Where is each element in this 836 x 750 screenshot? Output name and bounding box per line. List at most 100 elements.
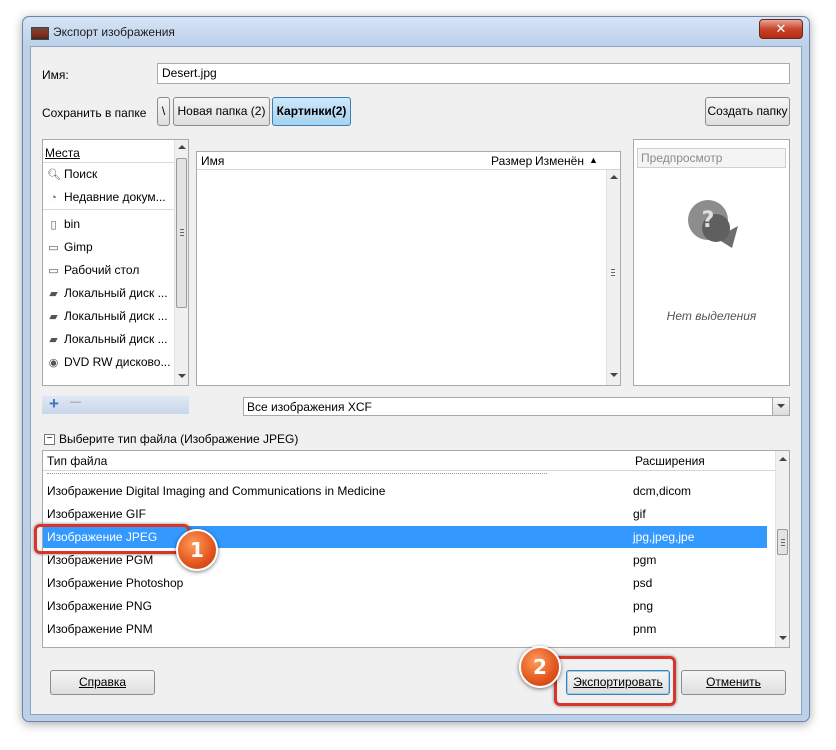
place-label: Локальный диск ... xyxy=(64,286,168,300)
filetype-row-gif[interactable]: Изображение GIF gif xyxy=(43,503,767,525)
scroll-down-icon[interactable] xyxy=(779,636,787,640)
place-recent[interactable]: ◔ Недавние докум... xyxy=(47,187,166,207)
save-in-folder-label: Сохранить в папке xyxy=(42,106,147,120)
place-label: Поиск xyxy=(64,167,98,181)
col-filetype-header[interactable]: Тип файла xyxy=(47,454,107,468)
path-new-folder-button[interactable]: Новая папка (2) xyxy=(173,97,270,126)
place-label: bin xyxy=(64,217,81,231)
files-header-divider xyxy=(197,169,620,170)
place-bin[interactable]: ▯ bin xyxy=(47,214,80,234)
place-label: DVD RW дисково... xyxy=(64,355,171,369)
step-badge-1: 1 xyxy=(176,529,218,571)
places-separator xyxy=(43,209,174,210)
svg-text:?: ? xyxy=(702,208,715,233)
scroll-thumb[interactable] xyxy=(777,529,788,555)
collapse-icon[interactable]: − xyxy=(44,434,55,445)
callout-jpeg-highlight xyxy=(34,524,190,554)
drive-icon: ▰ xyxy=(49,311,58,323)
col-name-header[interactable]: Имя xyxy=(201,154,224,168)
place-local-disk-3[interactable]: ▰ Локальный диск ... xyxy=(47,329,168,349)
col-extensions-header[interactable]: Расширения xyxy=(635,454,705,468)
add-place-icon[interactable]: + xyxy=(49,394,59,414)
place-desktop[interactable]: ▭ Рабочий стол xyxy=(47,260,139,280)
no-selection-text: Нет выделения xyxy=(666,309,757,323)
export-image-dialog: Экспорт изображения ✕ Имя: Desert.jpg Со… xyxy=(22,16,810,722)
files-scrollbar[interactable] xyxy=(606,170,620,385)
filetype-name: Изображение Photoshop xyxy=(47,576,184,590)
filetype-ext: png xyxy=(633,599,654,613)
filetype-row-pnm[interactable]: Изображение PNM pnm xyxy=(43,618,767,640)
file-filter-select[interactable]: Все изображения XCF xyxy=(243,397,790,416)
places-divider xyxy=(43,162,174,163)
partial-row xyxy=(43,471,775,479)
filetype-ext: pnm xyxy=(633,622,657,636)
question-mark-icon: ? xyxy=(688,200,738,248)
filetype-ext: gif xyxy=(633,507,646,521)
filetype-row-psd[interactable]: Изображение Photoshop psd xyxy=(43,572,767,594)
dvd-icon: ◉ xyxy=(48,357,59,369)
create-folder-button[interactable]: Создать папку xyxy=(705,97,790,126)
search-icon: 🔍︎ xyxy=(47,169,61,181)
scroll-up-icon[interactable] xyxy=(610,175,618,179)
filetype-name: Изображение PNG xyxy=(47,599,152,613)
filetype-name: Изображение GIF xyxy=(47,507,146,521)
filetype-row-dicom[interactable]: Изображение Digital Imaging and Communic… xyxy=(43,480,767,502)
scroll-thumb[interactable] xyxy=(176,158,187,308)
place-gimp[interactable]: ▭ Gimp xyxy=(47,237,93,257)
title-bar: Экспорт изображения ✕ xyxy=(23,17,809,45)
step-badge-2: 2 xyxy=(519,646,561,688)
files-panel: Имя Размер Изменён ▲ xyxy=(196,151,621,386)
place-label: Локальный диск ... xyxy=(64,332,168,346)
name-label: Имя: xyxy=(42,68,69,82)
remove-place-icon[interactable]: — xyxy=(70,396,81,408)
drive-icon: ▰ xyxy=(49,334,58,346)
filetype-row-png[interactable]: Изображение PNG png xyxy=(43,595,767,617)
places-toolbar: + — xyxy=(42,394,189,414)
places-header: Места xyxy=(45,146,80,160)
file-icon: ▯ xyxy=(50,219,57,231)
places-scrollbar[interactable] xyxy=(174,140,188,385)
place-local-disk-1[interactable]: ▰ Локальный диск ... xyxy=(47,283,168,303)
place-label: Gimp xyxy=(64,240,93,254)
sort-ascending-icon: ▲ xyxy=(589,155,598,165)
place-dvd[interactable]: ◉ DVD RW дисково... xyxy=(47,352,171,372)
preview-panel: Предпросмотр ? Нет выделения xyxy=(633,139,790,386)
place-local-disk-2[interactable]: ▰ Локальный диск ... xyxy=(47,306,168,326)
app-icon xyxy=(31,27,49,40)
folder-icon: ▭ xyxy=(48,265,59,277)
places-panel: Места 🔍︎ Поиск ◔ Недавние докум... ▯ bin ▭ G… xyxy=(42,139,189,386)
recent-icon: ◔ xyxy=(50,192,57,204)
close-button[interactable]: ✕ xyxy=(759,19,803,39)
filetype-expander-label[interactable]: Выберите тип файла (Изображение JPEG) xyxy=(59,432,298,446)
filetype-ext: psd xyxy=(633,576,653,590)
path-root-button[interactable]: \ xyxy=(157,97,170,126)
filename-input[interactable]: Desert.jpg xyxy=(157,63,790,84)
callout-export-highlight xyxy=(554,656,676,706)
filetype-scrollbar[interactable] xyxy=(775,451,789,647)
filetype-ext: dcm,dicom xyxy=(633,484,692,498)
dialog-body: Имя: Desert.jpg Сохранить в папке \ Нова… xyxy=(30,46,802,715)
help-button[interactable]: Справка xyxy=(50,670,155,695)
filetype-ext: pgm xyxy=(633,553,657,567)
window-title: Экспорт изображения xyxy=(53,25,175,39)
path-pictures-button[interactable]: Картинки(2) xyxy=(272,97,351,126)
scroll-down-icon[interactable] xyxy=(610,373,618,377)
place-label: Рабочий стол xyxy=(64,263,140,277)
col-size-header[interactable]: Размер xyxy=(491,154,532,168)
preview-label: Предпросмотр xyxy=(641,151,723,165)
scroll-down-icon[interactable] xyxy=(178,374,186,378)
place-label: Локальный диск ... xyxy=(64,309,168,323)
dropdown-arrow-icon[interactable] xyxy=(772,398,789,415)
filetype-ext: jpg,jpeg,jpe xyxy=(633,530,695,544)
place-label: Недавние докум... xyxy=(64,190,166,204)
folder-icon: ▭ xyxy=(48,242,59,254)
preview-toggle[interactable]: Предпросмотр xyxy=(637,148,786,168)
filetype-name: Изображение Digital Imaging and Communic… xyxy=(47,484,386,498)
place-search[interactable]: 🔍︎ Поиск xyxy=(47,164,97,184)
drive-icon: ▰ xyxy=(49,288,58,300)
cancel-button[interactable]: Отменить xyxy=(681,670,786,695)
col-modified-header[interactable]: Изменён xyxy=(535,154,584,168)
filetype-name: Изображение PNM xyxy=(47,622,153,636)
scroll-up-icon[interactable] xyxy=(178,145,186,149)
scroll-up-icon[interactable] xyxy=(779,457,787,461)
